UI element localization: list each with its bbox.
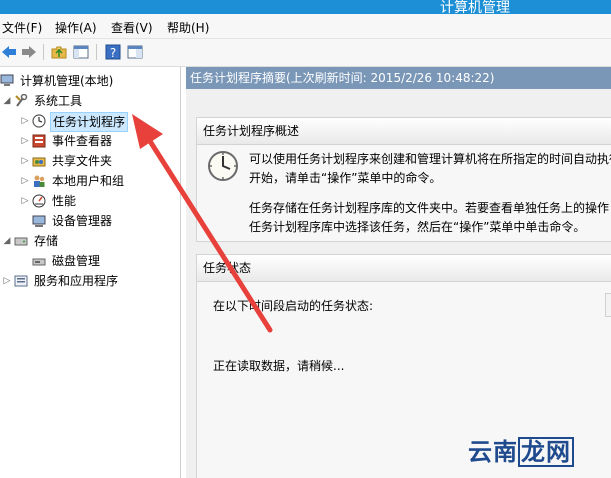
menu-view[interactable]: 查看(V) [111, 19, 153, 36]
tree-item-device-manager[interactable]: 设备管理器 [30, 212, 114, 230]
tree-item-computer-management[interactable]: 计算机管理(本地) [0, 72, 115, 90]
menu-help[interactable]: 帮助(H) [167, 19, 209, 36]
title-bar: 计算机管理 [0, 0, 611, 16]
collapsed-chevron-icon[interactable]: ▷ [20, 132, 30, 150]
overview-title[interactable]: 任务计划程序概述 [197, 118, 611, 145]
back-arrow-icon[interactable] [0, 43, 18, 61]
tree-label: 设备管理器 [52, 214, 113, 228]
summary-header: 任务计划程序摘要(上次刷新时间: 2015/2/26 10:48:22) [186, 67, 611, 89]
tree-item-system-tools[interactable]: ◢ 系统工具 [2, 92, 84, 110]
up-folder-icon[interactable] [50, 43, 68, 61]
performance-icon [32, 194, 46, 208]
expanded-chevron-icon[interactable]: ◢ [2, 232, 12, 250]
task-status-title[interactable]: 任务状态 [197, 255, 611, 282]
overview-line-3: 任务存储在任务计划程序库的文件夹中。若要查看单独任务上的操作 [249, 201, 610, 215]
task-status-period-label: 在以下时间段启动的任务状态: [213, 299, 374, 313]
show-hide-tree-icon[interactable] [72, 43, 90, 61]
tree-item-disk-management[interactable]: 磁盘管理 [30, 252, 102, 270]
tree-item-event-viewer[interactable]: ▷ 事件查看器 [20, 132, 114, 150]
device-manager-icon [32, 215, 46, 227]
tree-label: 本地用户和组 [52, 174, 125, 188]
tree-item-services-apps[interactable]: ▷ 服务和应用程序 [2, 272, 120, 290]
computer-management-icon [0, 74, 14, 86]
clock-icon [32, 114, 46, 128]
tree-item-storage[interactable]: ◢ 存储 [2, 232, 60, 250]
collapsed-chevron-icon[interactable]: ▷ [20, 152, 30, 170]
collapsed-chevron-icon[interactable]: ▷ [20, 112, 30, 130]
storage-icon [14, 237, 28, 246]
collapsed-chevron-icon[interactable]: ▷ [20, 192, 30, 210]
shared-folder-icon [32, 157, 46, 167]
overview-line-4: 任务计划程序库中选择该任务，然后在“操作”菜单中单击命令。 [249, 220, 586, 234]
period-dropdown[interactable] [605, 293, 611, 317]
tree-label: 服务和应用程序 [34, 274, 119, 288]
tree-item-shared-folders[interactable]: ▷ 共享文件夹 [20, 152, 114, 170]
expanded-chevron-icon[interactable]: ◢ [2, 92, 12, 110]
tree-label: 共享文件夹 [52, 154, 113, 168]
toolbar: ? [0, 39, 611, 67]
tree-item-performance[interactable]: ▷ 性能 [20, 192, 78, 210]
main-pane: 任务计划程序摘要(上次刷新时间: 2015/2/26 10:48:22) 任务计… [186, 67, 611, 478]
tree-label: 系统工具 [34, 94, 83, 108]
tree-label: 计算机管理(本地) [20, 74, 114, 88]
watermark-text: 云南 [468, 438, 518, 466]
menu-action[interactable]: 操作(A) [55, 19, 97, 36]
tree-label: 性能 [52, 194, 77, 208]
tree-label: 存储 [34, 234, 59, 248]
navigation-tree: 计算机管理(本地) ◢ 系统工具 ▷ 任务计划程序 ▷ 事件查看器 ▷ 共享文件… [0, 67, 181, 478]
overview-line-1: 可以使用任务计划程序来创建和管理计算机将在所指定的时间自动执行 [249, 152, 611, 166]
forward-arrow-icon[interactable] [20, 43, 38, 61]
users-icon [34, 175, 45, 187]
tree-label: 磁盘管理 [52, 254, 101, 268]
svg-text:?: ? [110, 46, 116, 60]
overview-section: 任务计划程序概述 可以使用任务计划程序来创建和管理计算机将在所指定的时间自动执行… [196, 117, 611, 242]
tree-item-task-scheduler[interactable]: ▷ 任务计划程序 [20, 112, 129, 132]
disk-management-icon [32, 258, 46, 266]
services-icon [14, 275, 28, 287]
watermark-boxed-text: 龙网 [518, 437, 574, 467]
toolbar-separator [96, 44, 97, 60]
tools-icon [15, 94, 28, 107]
scheduler-clock-icon [208, 151, 238, 181]
menu-bar: 文件(F) 操作(A) 查看(V) 帮助(H) [0, 14, 611, 39]
show-action-pane-icon[interactable] [126, 43, 144, 61]
collapsed-chevron-icon[interactable]: ▷ [2, 272, 12, 290]
help-icon[interactable]: ? [104, 43, 122, 61]
overview-line-2: 开始，请单击“操作”菜单中的命令。 [249, 171, 442, 185]
collapsed-chevron-icon[interactable]: ▷ [20, 172, 30, 190]
tree-item-local-users[interactable]: ▷ 本地用户和组 [20, 172, 126, 190]
tree-label: 事件查看器 [52, 134, 113, 148]
tree-label: 任务计划程序 [50, 112, 129, 132]
loading-message: 正在读取数据，请稍候... [213, 359, 345, 373]
event-viewer-icon [32, 134, 46, 148]
menu-file[interactable]: 文件(F) [2, 19, 42, 36]
toolbar-separator [43, 44, 44, 60]
site-watermark: 云南 龙网 [468, 432, 574, 467]
